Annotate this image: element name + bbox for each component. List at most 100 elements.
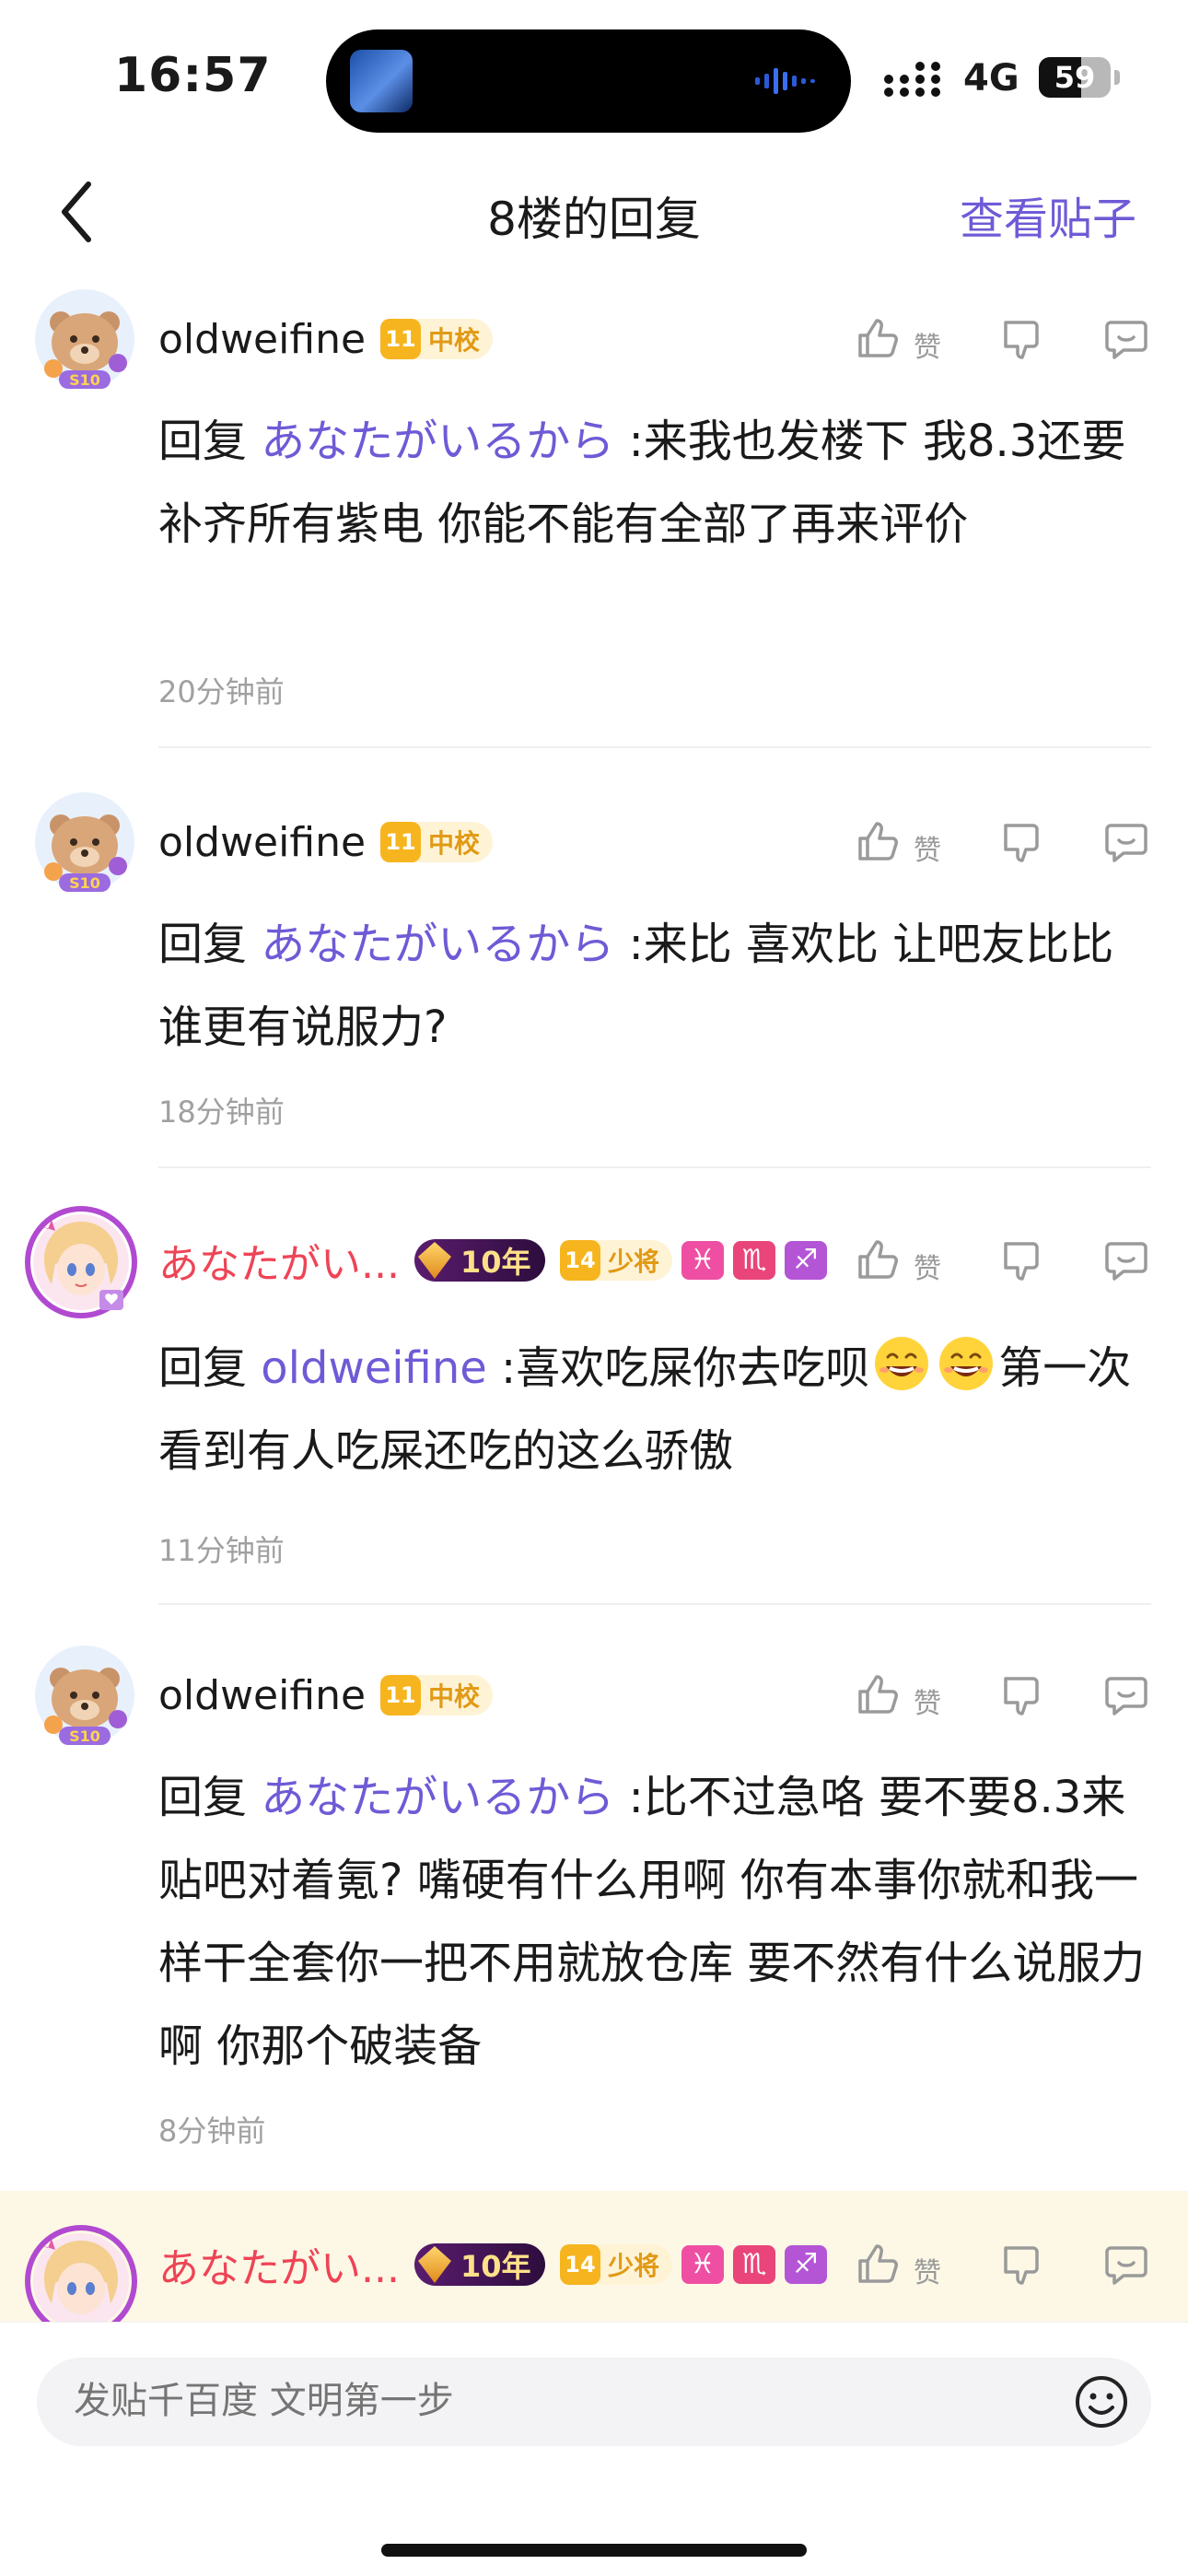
reply-prefix: 回复: [158, 416, 248, 467]
rank-title: 中校: [428, 325, 481, 356]
username[interactable]: oldweifine: [158, 1672, 366, 1719]
svg-text:S10: S10: [69, 874, 100, 892]
comment-actions: 赞: [855, 1231, 1168, 1290]
reply-input-container[interactable]: [37, 2358, 1151, 2446]
reply-button[interactable]: [1103, 310, 1159, 369]
zodiac-badge-pisces: ♓: [681, 2245, 724, 2284]
comment-header: oldweifine 11 中校: [158, 311, 494, 367]
comment-actions: 赞: [855, 310, 1168, 369]
grinning-face-icon: [875, 1337, 929, 1390]
bear-avatar-icon[interactable]: S10: [33, 287, 136, 391]
mention-link[interactable]: あなたがいるから: [261, 416, 614, 467]
reply-prefix: 回复: [158, 919, 248, 970]
comment-header: oldweifine 11 中校: [158, 1668, 494, 1723]
mention-link[interactable]: あなたがいるから: [261, 919, 614, 970]
bear-avatar-icon[interactable]: S10: [33, 1644, 136, 1747]
like-button[interactable]: 赞: [855, 1666, 965, 1725]
zodiac-badge-sagittarius: ♐: [784, 1241, 827, 1280]
username[interactable]: あなたがい...: [158, 1231, 400, 1290]
thumbs-down-icon: [1004, 1242, 1039, 1281]
divider: [158, 746, 1151, 748]
zodiac-badge-scorpio: ♏: [732, 2245, 775, 2284]
membership-years-badge: 10年: [413, 1239, 545, 1282]
chat-bubble-icon: [1105, 1677, 1147, 1715]
bear-avatar-icon[interactable]: S10: [33, 790, 136, 894]
like-button[interactable]: 赞: [855, 310, 965, 369]
rank-title: 中校: [428, 1681, 481, 1712]
level-number: 14: [559, 2244, 600, 2285]
like-label: 赞: [914, 2257, 941, 2289]
like-label: 赞: [914, 1253, 941, 1285]
like-button[interactable]: 赞: [855, 1231, 965, 1290]
level-badge: 11 中校: [380, 822, 494, 862]
thumbs-up-icon: [858, 2244, 898, 2283]
battery-percent: 59: [1054, 60, 1096, 95]
thumbs-down-icon: [1004, 2246, 1039, 2285]
gem-icon: [417, 1242, 451, 1279]
like-label: 赞: [914, 835, 941, 867]
view-post-link[interactable]: 查看贴子: [960, 182, 1136, 247]
comment-item: S10 oldweifine 11 中校 赞 回复 あなたがいるから :比不过急…: [0, 1644, 1188, 2187]
thumbs-down-icon: [1004, 824, 1039, 862]
level-number: 14: [559, 1240, 600, 1281]
thumbs-up-icon: [858, 1240, 898, 1279]
grinning-face-icon: [939, 1337, 994, 1390]
now-playing-thumbnail: [350, 50, 413, 112]
comment-item-highlighted: あなたがい... 10年 14 少将 ♓ ♏ ♐ 赞: [0, 2191, 1188, 2322]
mention-link[interactable]: あなたがいるから: [261, 1772, 614, 1823]
anime-girl-avatar-icon[interactable]: [24, 1205, 138, 1319]
level-number: 11: [380, 319, 422, 359]
dynamic-island[interactable]: [326, 29, 851, 133]
svg-text:S10: S10: [69, 1727, 100, 1745]
reply-button[interactable]: [1103, 1231, 1159, 1290]
zodiac-badge-sagittarius: ♐: [784, 2245, 827, 2284]
dislike-button[interactable]: [998, 2235, 1054, 2294]
dislike-button[interactable]: [998, 1231, 1054, 1290]
thumbs-up-icon: [858, 1675, 898, 1714]
like-button[interactable]: 赞: [855, 813, 965, 872]
dislike-button[interactable]: [998, 310, 1054, 369]
zodiac-badge-scorpio: ♏: [732, 1241, 775, 1280]
comment-item: あなたがい... 10年 14 少将 ♓ ♏ ♐ 赞 回复 oldweifine…: [0, 1206, 1188, 1605]
reply-button[interactable]: [1103, 813, 1159, 872]
reply-button[interactable]: [1103, 2235, 1159, 2294]
reply-button[interactable]: [1103, 1666, 1159, 1725]
comment-body: 回复 あなたがいるから :来我也发楼下 我8.3还要补齐所有紫电 你能不能有全部…: [158, 400, 1153, 566]
rank-title: 中校: [428, 828, 481, 859]
network-type: 4G: [963, 57, 1019, 100]
comment-body: 回复 あなたがいるから :来比 喜欢比 让吧友比比谁更有说服力?: [158, 903, 1153, 1069]
svg-text:S10: S10: [69, 371, 100, 389]
comment-item: S10 oldweifine 11 中校 赞 回复 あなたがいるから :来我也发…: [0, 287, 1188, 748]
comment-time: 11分钟前: [158, 1533, 285, 1568]
comment-body: 回复 あなたがいるから :比不过急咯 要不要8.3来贴吧对着氪? 嘴硬有什么用啊…: [158, 1756, 1153, 2088]
dislike-button[interactable]: [998, 813, 1054, 872]
thumbs-down-icon: [1004, 321, 1039, 359]
level-badge: 14 少将: [559, 1240, 672, 1281]
like-label: 赞: [914, 1688, 941, 1720]
home-indicator[interactable]: [381, 2544, 807, 2557]
mention-link[interactable]: oldweifine: [261, 1342, 486, 1394]
username[interactable]: oldweifine: [158, 316, 366, 363]
chat-bubble-icon: [1105, 2246, 1147, 2285]
anime-girl-avatar-icon[interactable]: [24, 2224, 138, 2322]
comment-time: 18分钟前: [158, 1095, 285, 1130]
username[interactable]: あなたがい...: [158, 2235, 400, 2294]
comment-actions: 赞: [855, 2235, 1168, 2294]
status-time: 16:57: [114, 48, 272, 103]
level-number: 11: [380, 822, 422, 862]
like-button[interactable]: 赞: [855, 2235, 965, 2294]
rank-title: 少将: [607, 2251, 659, 2281]
level-badge: 11 中校: [380, 1675, 494, 1715]
emoji-smile-icon[interactable]: [1072, 2372, 1131, 2431]
reply-input-bar: [0, 2322, 1188, 2576]
battery-icon: 59: [1039, 57, 1111, 98]
username[interactable]: oldweifine: [158, 819, 366, 866]
divider: [158, 1166, 1151, 1168]
reply-prefix: 回复: [158, 1772, 248, 1823]
dislike-button[interactable]: [998, 1666, 1054, 1725]
reply-input[interactable]: [74, 2380, 995, 2422]
thumbs-down-icon: [1004, 1677, 1039, 1715]
membership-years: 10年: [460, 2249, 531, 2284]
thumbs-up-icon: [858, 822, 898, 861]
comment-time: 8分钟前: [158, 2113, 266, 2149]
